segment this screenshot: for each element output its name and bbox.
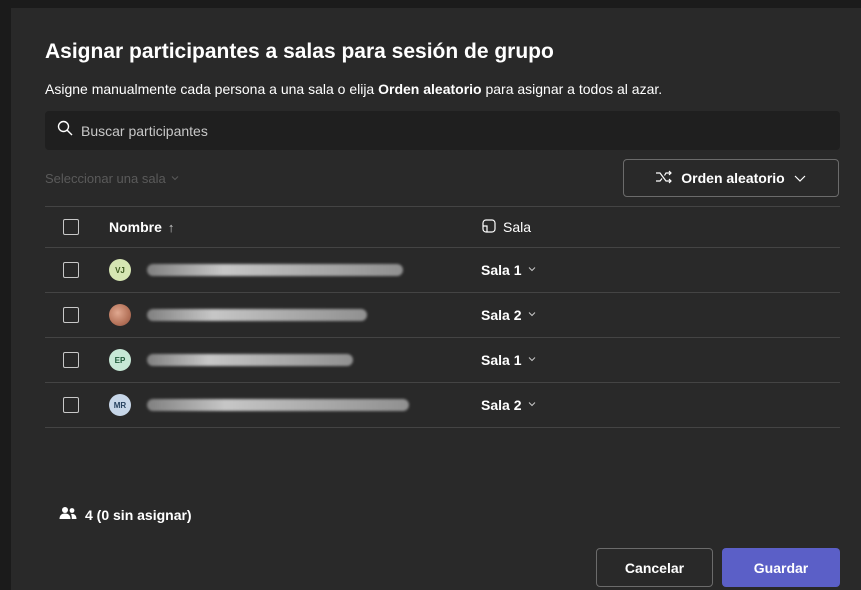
avatar: EP [109, 349, 131, 371]
chevron-down-icon [527, 399, 537, 412]
room-select-label: Seleccionar una sala [45, 171, 166, 186]
room-dropdown[interactable]: Sala 2 [481, 307, 537, 323]
search-icon [57, 120, 73, 141]
avatar [109, 304, 131, 326]
room-label: Sala 2 [481, 307, 522, 323]
table-header-row: Nombre ↑ Sala [45, 206, 840, 247]
chevron-down-icon [527, 309, 537, 322]
table-row: MR Sala 2 [45, 382, 840, 428]
dialog-title: Asignar participantes a salas para sesió… [45, 40, 554, 63]
participant-count: 4 (0 sin asignar) [59, 506, 192, 523]
column-header-room: Sala [481, 218, 531, 237]
row-checkbox[interactable] [63, 262, 79, 278]
participant-count-label: 4 (0 sin asignar) [85, 506, 192, 523]
participant-name-redacted [147, 354, 353, 366]
chevron-down-icon [527, 354, 537, 367]
table-row: VJ Sala 1 [45, 247, 840, 292]
cancel-button[interactable]: Cancelar [596, 548, 713, 587]
table-row: Sala 2 [45, 292, 840, 337]
subtitle-text: Asigne manualmente cada persona a una sa… [45, 81, 379, 97]
search-box[interactable] [45, 111, 840, 150]
room-select-dropdown[interactable]: Seleccionar una sala [45, 171, 180, 186]
random-order-label: Orden aleatorio [681, 170, 785, 186]
room-dropdown[interactable]: Sala 1 [481, 352, 537, 368]
room-dropdown[interactable]: Sala 2 [481, 397, 537, 413]
row-checkbox[interactable] [63, 352, 79, 368]
search-input[interactable] [79, 121, 783, 140]
shuffle-icon [655, 170, 673, 187]
dialog-subtitle: Asigne manualmente cada persona a una sa… [45, 81, 662, 97]
column-header-name[interactable]: Nombre ↑ [109, 219, 174, 235]
chevron-down-icon [527, 264, 537, 277]
participant-name-redacted [147, 264, 403, 276]
table-row: EP Sala 1 [45, 337, 840, 382]
people-icon [59, 506, 77, 523]
avatar: MR [109, 394, 131, 416]
participant-name-redacted [147, 399, 409, 411]
random-order-button[interactable]: Orden aleatorio [623, 159, 839, 197]
column-header-name-label: Nombre [109, 219, 162, 235]
row-checkbox[interactable] [63, 307, 79, 323]
breakout-assign-dialog: Asignar participantes a salas para sesió… [11, 8, 861, 590]
room-icon [481, 218, 497, 237]
column-header-room-label: Sala [503, 219, 532, 235]
room-dropdown[interactable]: Sala 1 [481, 262, 537, 278]
subtitle-text-end: para asignar a todos al azar. [481, 81, 663, 97]
avatar: VJ [109, 259, 131, 281]
row-checkbox[interactable] [63, 397, 79, 413]
room-label: Sala 1 [481, 262, 522, 278]
chevron-down-icon [793, 170, 807, 186]
participant-name-redacted [147, 309, 367, 321]
room-label: Sala 1 [481, 352, 522, 368]
save-button[interactable]: Guardar [722, 548, 840, 587]
select-all-checkbox[interactable] [63, 219, 79, 235]
participants-table: Nombre ↑ Sala VJ Sala 1 Sala 2 EP Sala 1… [45, 206, 840, 428]
sort-ascending-icon: ↑ [167, 219, 175, 235]
room-label: Sala 2 [481, 397, 522, 413]
chevron-down-icon [170, 171, 180, 186]
subtitle-bold-text: Orden aleatorio [378, 81, 482, 97]
